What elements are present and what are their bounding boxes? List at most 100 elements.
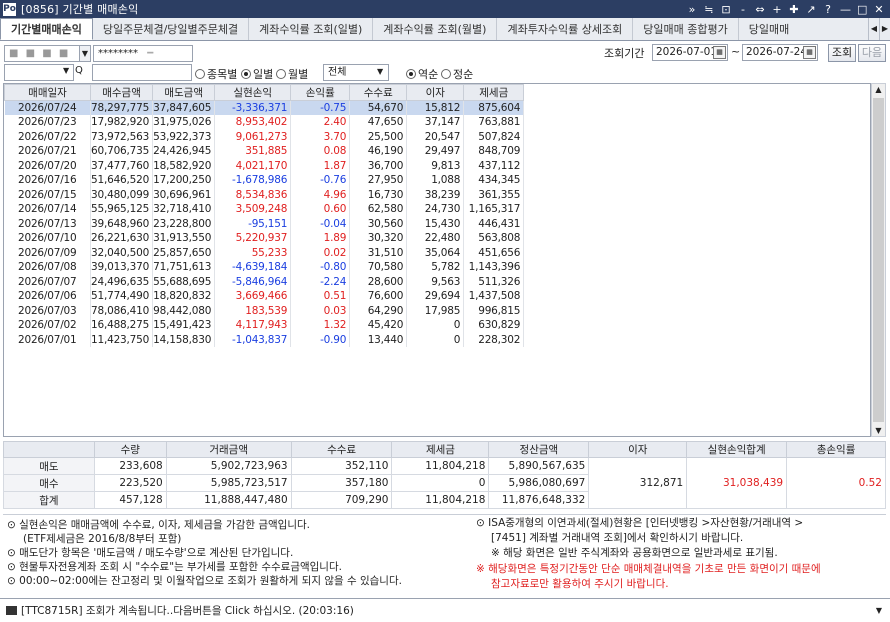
- calendar-from-icon[interactable]: ▦: [713, 46, 726, 59]
- radio-asc[interactable]: 정순: [441, 66, 473, 82]
- cell-trade-date: 2026/07/10: [4, 231, 91, 246]
- table-row[interactable]: 2026/07/23 17,982,920 31,975,026 8,953,402 2…: [4, 115, 525, 130]
- radio-desc[interactable]: 역순: [406, 66, 438, 82]
- table-row[interactable]: 2026/07/20 37,477,760 18,582,920 4,021,170 1…: [4, 158, 525, 173]
- table-row[interactable]: 2026/07/13 39,648,960 23,228,800 -95,151 -0.…: [4, 216, 525, 231]
- screen-number-icon[interactable]: ⊡: [721, 3, 731, 16]
- col-fee[interactable]: 수수료: [349, 84, 408, 101]
- cell-realized-pnl: -4,639,184: [214, 260, 292, 275]
- radio-desc-dot: [406, 69, 416, 79]
- table-row[interactable]: 2026/07/24 78,297,775 37,847,605 -3,336,371…: [4, 100, 525, 115]
- radio-by-stock-label: 종목별: [207, 68, 238, 81]
- tab-daily-trading[interactable]: 당일매매: [739, 18, 799, 40]
- col-tax[interactable]: 제세금: [463, 84, 525, 101]
- col-pnl-rate[interactable]: 손익률: [290, 84, 351, 101]
- cell-sell-amount: 31,975,026: [152, 115, 216, 130]
- grid-scrollbar[interactable]: ▲ ▼: [871, 83, 886, 437]
- cell-buy-amount: 78,297,775: [90, 100, 154, 115]
- cell-sell-amount: 32,718,410: [152, 202, 216, 217]
- minimize-icon[interactable]: —: [840, 3, 851, 16]
- cell-tax: 1,437,508: [463, 289, 525, 304]
- cell-interest: 1,088: [406, 173, 465, 188]
- table-row[interactable]: 2026/07/22 73,972,563 53,922,373 9,061,273 3…: [4, 129, 525, 144]
- table-row[interactable]: 2026/07/14 55,965,125 32,718,410 3,509,248 0…: [4, 202, 525, 217]
- status-dropdown-icon[interactable]: ▼: [876, 606, 882, 615]
- cell-fee: 45,420: [349, 318, 408, 333]
- cell-fee: 54,670: [349, 100, 408, 115]
- cell-buy-amount: 26,221,630: [90, 231, 154, 246]
- scroll-up-icon[interactable]: ▲: [872, 85, 885, 94]
- tab-return-detail[interactable]: 계좌투자수익률 상세조회: [497, 18, 634, 40]
- table-row[interactable]: 2026/07/15 30,480,099 30,696,961 8,534,836 4…: [4, 187, 525, 202]
- tab-prev-icon[interactable]: ◀: [868, 18, 879, 40]
- pnl-grid[interactable]: 매매일자 매수금액 매도금액 실현손익 손익률 수수료 이자 제세금 2026/…: [3, 83, 871, 437]
- cell-buy-amount: 16,488,275: [90, 318, 154, 333]
- cell-fee: 30,560: [349, 216, 408, 231]
- radio-by-stock[interactable]: 종목별: [195, 66, 237, 82]
- tab-return-daily[interactable]: 계좌수익률 조회(일별): [249, 18, 374, 40]
- close-icon[interactable]: ✕: [874, 3, 884, 16]
- col-realized-pnl[interactable]: 실현손익: [214, 84, 292, 101]
- table-row[interactable]: 2026/07/07 24,496,635 55,688,695 -5,846,964…: [4, 274, 525, 289]
- cell-fee: 47,650: [349, 115, 408, 130]
- radio-monthly[interactable]: 월별: [276, 66, 308, 82]
- radio-daily[interactable]: 일별: [241, 66, 273, 82]
- account-dropdown-icon[interactable]: ▼: [79, 45, 91, 62]
- tab-return-monthly[interactable]: 계좌수익률 조회(월별): [373, 18, 498, 40]
- next-button[interactable]: 다음: [858, 44, 886, 62]
- table-row[interactable]: 2026/07/02 16,488,275 15,491,423 4,117,943 1…: [4, 318, 525, 333]
- scroll-down-icon[interactable]: ▼: [872, 426, 885, 435]
- table-row[interactable]: 2026/07/09 32,040,500 25,857,650 55,233 0.02…: [4, 245, 525, 260]
- table-row[interactable]: 2026/07/06 51,774,490 18,820,832 3,669,466 0…: [4, 289, 525, 304]
- help-icon[interactable]: ?: [823, 3, 833, 16]
- pin-icon[interactable]: ✚: [789, 3, 799, 16]
- cell-pnl-rate: 4.96: [290, 187, 351, 202]
- table-row[interactable]: 2026/07/10 26,221,630 31,913,550 5,220,937 1…: [4, 231, 525, 246]
- search-icon[interactable]: Q: [75, 65, 83, 76]
- maximize-icon[interactable]: □: [857, 3, 867, 16]
- sum-col-fee: 수수료: [290, 441, 393, 458]
- search-button[interactable]: 조회: [828, 44, 856, 62]
- account-select[interactable]: ■ ■ ■ ■ ■: [4, 45, 80, 74]
- table-row[interactable]: 2026/07/16 51,646,520 17,200,250 -1,678,986…: [4, 173, 525, 188]
- summary-header-row: 수량 거래금액 수수료 제세금 정산금액 이자 실현손익합계 총손익률: [3, 441, 886, 458]
- zoom-out-icon[interactable]: -: [738, 3, 748, 16]
- table-row[interactable]: 2026/07/08 39,013,370 71,751,613 -4,639,184…: [4, 260, 525, 275]
- cell-fee: 25,500: [349, 129, 408, 144]
- table-row[interactable]: 2026/07/03 78,086,410 98,442,080 183,539 0.0…: [4, 303, 525, 318]
- popout-icon[interactable]: ↗: [806, 3, 816, 16]
- col-trade-date[interactable]: 매매일자: [4, 84, 91, 101]
- table-row[interactable]: 2026/07/21 60,706,735 24,426,945 351,885 0.0…: [4, 144, 525, 159]
- cell-realized-pnl: 4,117,943: [214, 318, 292, 333]
- cell-buy-amount: 78,086,410: [90, 303, 154, 318]
- tab-daily-evaluation[interactable]: 당일매매 종합평가: [633, 18, 739, 40]
- zoom-in-icon[interactable]: +: [772, 3, 782, 16]
- cell-realized-pnl: -5,846,964: [214, 274, 292, 289]
- tab-daily-orders[interactable]: 당일주문체결/당일별주문체결: [93, 18, 250, 40]
- table-row[interactable]: 2026/07/01 11,423,750 14,158,830 -1,043,837…: [4, 332, 525, 347]
- notes-panel: ⊙ 실현손익은 매매금액에 수수료, 이자, 제세금을 가감한 금액입니다. (…: [3, 514, 886, 596]
- col-sell-amount[interactable]: 매도금액: [152, 84, 216, 101]
- cell-fee: 16,730: [349, 187, 408, 202]
- cell-realized-pnl: 55,233: [214, 245, 292, 260]
- cell-interest: 15,430: [406, 216, 465, 231]
- cell-trade-date: 2026/07/03: [4, 303, 91, 318]
- cell-realized-pnl: -95,151: [214, 216, 292, 231]
- col-buy-amount[interactable]: 매수금액: [89, 84, 154, 101]
- password-field[interactable]: ******** ━: [93, 45, 193, 62]
- col-interest[interactable]: 이자: [406, 84, 465, 101]
- scroll-thumb[interactable]: [873, 98, 884, 422]
- resize-icon[interactable]: ⇔: [755, 3, 765, 16]
- filter-dropdown-icon[interactable]: ▼: [377, 67, 383, 76]
- cell-trade-date: 2026/07/22: [4, 129, 91, 144]
- link-icon[interactable]: ≒: [704, 3, 714, 16]
- stock-dropdown-icon[interactable]: ▼: [63, 66, 69, 75]
- calendar-to-icon[interactable]: ▦: [803, 46, 816, 59]
- tab-period-pnl[interactable]: 기간별매매손익: [0, 18, 93, 40]
- cell-pnl-rate: 0.03: [290, 303, 351, 318]
- note-left-3: ⊙ 매도단가 항목은 '매도금액 / 매도수량'으로 계산된 단가입니다.: [7, 547, 294, 559]
- tab-next-icon[interactable]: ▶: [879, 18, 890, 40]
- cell-sell-amount: 15,491,423: [152, 318, 216, 333]
- cell-sell-amount: 37,847,605: [152, 100, 216, 115]
- expand-icon[interactable]: »: [687, 3, 697, 16]
